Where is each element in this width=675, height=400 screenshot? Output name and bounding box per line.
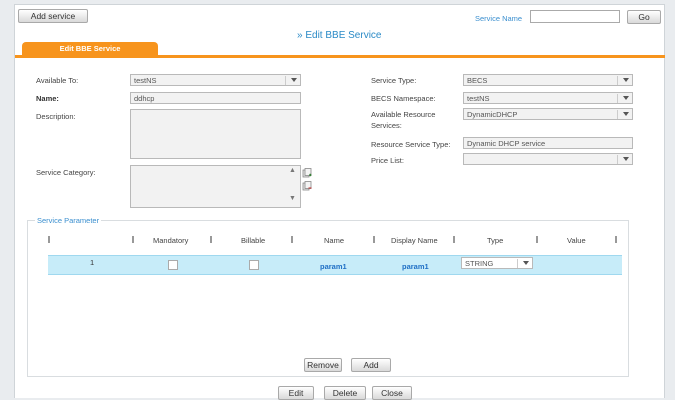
service-name-search-input[interactable] <box>530 10 620 23</box>
chevron-down-icon <box>523 261 529 265</box>
available-resource-services-select[interactable]: DynamicDHCP <box>463 108 633 120</box>
col-billable[interactable]: Billable <box>241 236 265 245</box>
service-parameter-legend: Service Parameter <box>35 216 102 225</box>
resource-service-type-label: Resource Service Type: <box>371 140 451 149</box>
available-to-select[interactable]: testNS <box>130 74 301 86</box>
parameter-grid-header: Mandatory Billable Name Display Name Typ… <box>48 234 622 248</box>
service-type-value: BECS <box>467 76 488 85</box>
tab-label: Edit BBE Service <box>59 44 121 53</box>
go-button[interactable]: Go <box>627 10 661 24</box>
col-type[interactable]: Type <box>487 236 503 245</box>
row-index: 1 <box>90 258 95 267</box>
col-value[interactable]: Value <box>567 236 586 245</box>
available-resource-services-label: Available Resource Services: <box>371 110 436 130</box>
available-to-label: Available To: <box>36 76 79 85</box>
table-row[interactable]: 1 param1 param1 STRING <box>48 255 622 275</box>
resource-service-type-field: Dynamic DHCP service <box>463 137 633 149</box>
main-panel: Add service Service Name Go » Edit BBE S… <box>14 4 665 400</box>
chevron-down-icon <box>623 96 629 100</box>
becs-namespace-select[interactable]: testNS <box>463 92 633 104</box>
price-list-select[interactable] <box>463 153 633 165</box>
add-param-button[interactable]: Add <box>351 358 391 372</box>
chevron-down-icon <box>623 157 629 161</box>
service-category-label: Service Category: <box>36 168 96 177</box>
becs-namespace-label: BECS Namespace: <box>371 94 436 103</box>
type-select[interactable]: STRING <box>461 257 533 269</box>
service-category-list[interactable] <box>130 165 301 208</box>
add-category-icon[interactable] <box>302 168 312 178</box>
chevron-down-icon <box>623 78 629 82</box>
tab-underline <box>15 55 665 58</box>
col-name[interactable]: Name <box>324 236 344 245</box>
remove-param-button[interactable]: Remove <box>304 358 342 372</box>
scroll-up-icon[interactable]: ▲ <box>289 167 296 174</box>
description-textarea[interactable] <box>130 109 301 159</box>
name-field[interactable]: ddhcp <box>130 92 301 104</box>
page-title: » Edit BBE Service <box>297 30 382 41</box>
available-to-value: testNS <box>134 76 157 85</box>
param-name[interactable]: param1 <box>320 262 347 271</box>
available-resource-services-value: DynamicDHCP <box>467 110 518 119</box>
description-label: Description: <box>36 112 76 121</box>
col-display-name[interactable]: Display Name <box>391 236 438 245</box>
remove-category-icon[interactable] <box>302 181 312 191</box>
add-service-button[interactable]: Add service <box>18 9 88 23</box>
billable-checkbox[interactable] <box>249 260 259 270</box>
mandatory-checkbox[interactable] <box>168 260 178 270</box>
tab-edit-bbe-service[interactable]: Edit BBE Service <box>22 42 158 55</box>
name-label: Name: <box>36 94 59 103</box>
becs-namespace-value: testNS <box>467 94 490 103</box>
service-type-label: Service Type: <box>371 76 417 85</box>
chevron-down-icon <box>623 112 629 116</box>
type-value: STRING <box>465 259 494 268</box>
scroll-down-icon[interactable]: ▼ <box>289 195 296 202</box>
col-mandatory[interactable]: Mandatory <box>153 236 188 245</box>
param-display-name[interactable]: param1 <box>402 262 429 271</box>
service-type-select[interactable]: BECS <box>463 74 633 86</box>
resource-service-type-value: Dynamic DHCP service <box>467 139 546 148</box>
search-label: Service Name <box>475 14 523 23</box>
chevron-down-icon <box>291 78 297 82</box>
price-list-label: Price List: <box>371 156 404 165</box>
name-value: ddhcp <box>134 94 155 103</box>
